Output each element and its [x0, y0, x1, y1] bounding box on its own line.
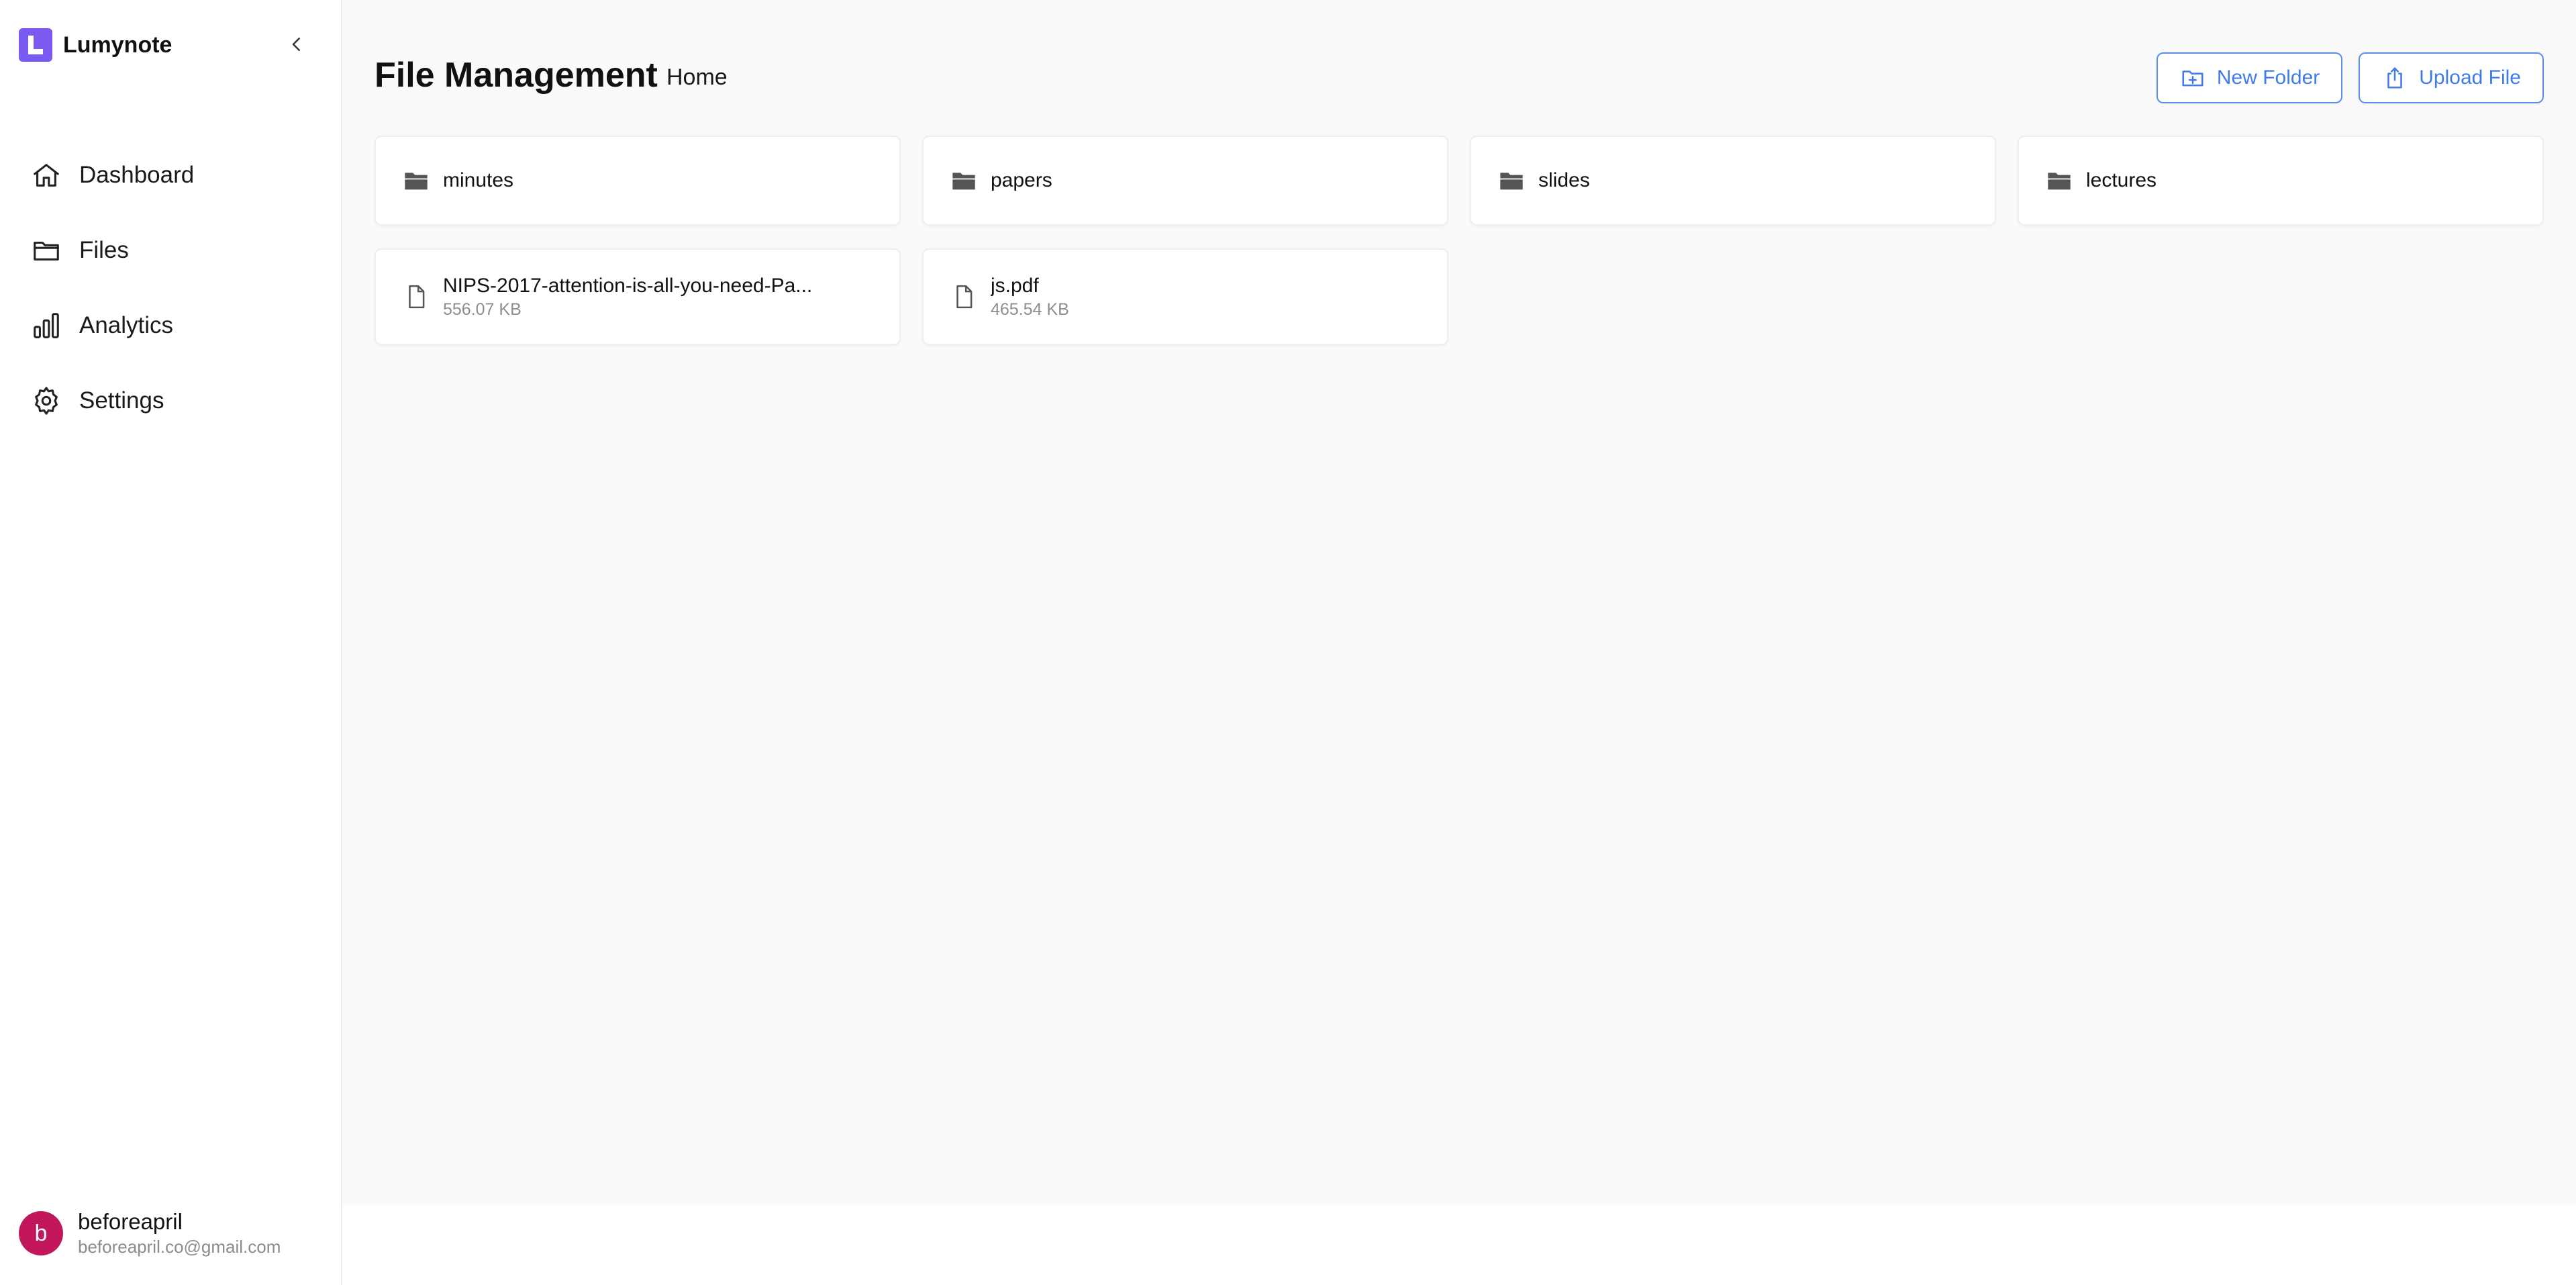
folder-name: slides [1538, 169, 1590, 191]
sidebar-item-files[interactable]: Files [0, 213, 342, 288]
folder-icon [2044, 166, 2074, 195]
file-row: NIPS-2017-attention-is-all-you-need-Pa..… [375, 248, 2544, 345]
file-icon [949, 282, 979, 312]
folder-name: minutes [443, 169, 514, 191]
upload-icon [2381, 64, 2408, 91]
user-name: beforeapril [78, 1209, 183, 1234]
file-size: 465.54 KB [991, 300, 1069, 319]
sidebar: Lumynote Dashboard Files Analytics Setti… [0, 0, 342, 1285]
sidebar-item-dashboard[interactable]: Dashboard [0, 138, 342, 213]
folder-card-minutes[interactable]: minutes [375, 136, 901, 226]
gear-icon [30, 384, 63, 418]
file-meta: NIPS-2017-attention-is-all-you-need-Pa..… [443, 273, 812, 320]
folder-card-papers[interactable]: papers [922, 136, 1448, 226]
sidebar-nav: Dashboard Files Analytics Settings [0, 138, 342, 438]
breadcrumb[interactable]: Home [666, 64, 728, 91]
home-icon [30, 158, 63, 192]
folder-icon [30, 234, 63, 267]
chevron-left-icon [292, 38, 300, 51]
folder-name: papers [991, 169, 1052, 191]
sidebar-item-label: Settings [79, 387, 164, 414]
upload-file-label: Upload File [2419, 66, 2521, 89]
sidebar-item-settings[interactable]: Settings [0, 363, 342, 438]
folder-row: minutes papers slides lectures [375, 136, 2544, 226]
folder-icon [401, 166, 431, 195]
lumynote-logo-icon [19, 28, 52, 62]
file-meta: js.pdf 465.54 KB [991, 273, 1069, 320]
collapse-sidebar-button[interactable] [282, 30, 311, 59]
folder-plus-icon [2179, 64, 2206, 91]
header-actions: New Folder Upload File [2140, 52, 2544, 103]
folder-name: lectures [2086, 169, 2157, 191]
new-folder-button[interactable]: New Folder [2156, 52, 2343, 103]
app-window: Lumynote Dashboard Files Analytics Setti… [0, 0, 2576, 1285]
sidebar-item-label: Files [79, 237, 129, 263]
user-email: beforeapril.co@gmail.com [78, 1237, 281, 1257]
file-card[interactable]: NIPS-2017-attention-is-all-you-need-Pa..… [375, 248, 901, 345]
bar-chart-icon [30, 309, 63, 342]
main-content: File Management Home New Folder Upload F… [342, 0, 2576, 1205]
folder-card-slides[interactable]: slides [1470, 136, 1996, 226]
sidebar-item-label: Analytics [79, 312, 174, 338]
file-grid: minutes papers slides lectures NIPS-2017… [375, 136, 2544, 368]
file-icon [401, 282, 431, 312]
page-title: File Management [375, 56, 658, 95]
upload-file-button[interactable]: Upload File [2359, 52, 2544, 103]
file-card[interactable]: js.pdf 465.54 KB [922, 248, 1448, 345]
avatar: b [19, 1211, 63, 1255]
sidebar-item-analytics[interactable]: Analytics [0, 288, 342, 363]
file-name: NIPS-2017-attention-is-all-you-need-Pa..… [443, 275, 813, 297]
sidebar-item-label: Dashboard [79, 162, 195, 188]
file-name: js.pdf [991, 275, 1039, 297]
user-profile[interactable]: b beforeapril beforeapril.co@gmail.com [19, 1208, 281, 1258]
brand[interactable]: Lumynote [19, 28, 172, 62]
new-folder-label: New Folder [2216, 66, 2320, 89]
folder-card-lectures[interactable]: lectures [2018, 136, 2544, 226]
folder-icon [1497, 166, 1526, 195]
brand-name: Lumynote [63, 32, 172, 58]
folder-icon [949, 166, 979, 195]
file-size: 556.07 KB [443, 300, 522, 319]
